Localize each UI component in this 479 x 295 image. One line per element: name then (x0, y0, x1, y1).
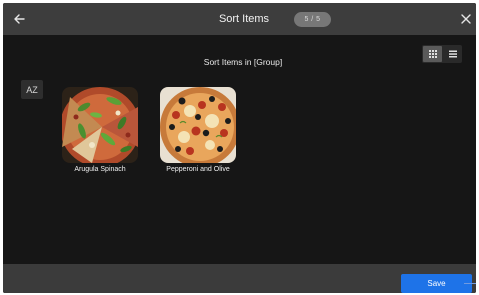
group-subtitle: Sort Items in [Group] (203, 57, 283, 67)
arrow-left-icon (14, 14, 25, 24)
close-button[interactable] (456, 9, 476, 29)
item-counter-badge: 5 / 5 (294, 12, 331, 27)
save-underline-decoration (464, 283, 476, 284)
list-view-button[interactable] (443, 46, 462, 62)
pepperoni-olive-pizza-image (160, 87, 236, 163)
sort-az-icon: AZ (26, 84, 38, 95)
grid-view-button[interactable] (423, 46, 442, 62)
grid-view-icon (428, 50, 437, 58)
sort-items-window: Sort Items 5 / 5 Sort Items in [Group] A… (3, 3, 476, 293)
top-bar: Sort Items 5 / 5 (3, 3, 476, 35)
item-label: Pepperoni and Olive (166, 166, 230, 173)
list-view-icon (448, 50, 457, 58)
sortable-item[interactable]: Arugula Spinach (62, 87, 138, 174)
save-button[interactable]: Save (401, 274, 472, 293)
view-mode-toggle (422, 45, 462, 63)
sort-alphabetically-button[interactable]: AZ (21, 80, 43, 99)
sortable-item[interactable]: Pepperoni and Olive (160, 87, 236, 174)
item-label: Arugula Spinach (74, 166, 126, 173)
arugula-spinach-pizza-image (62, 87, 138, 163)
page-title: Sort Items (218, 13, 270, 25)
bottom-bar: Save (3, 264, 476, 293)
close-icon (461, 14, 471, 24)
back-button[interactable] (9, 9, 29, 29)
